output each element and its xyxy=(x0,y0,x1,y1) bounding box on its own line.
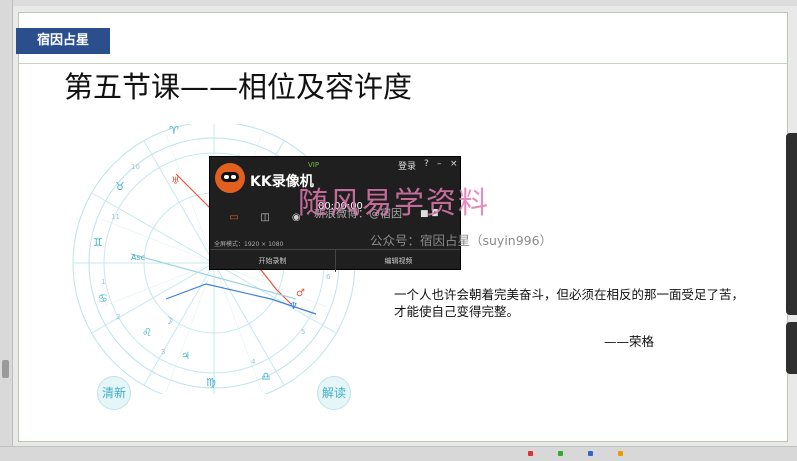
recorder-button-row: 开始录制 编辑视频 xyxy=(210,249,460,272)
sign-virgo-icon: ♍ xyxy=(206,376,216,389)
vip-badge[interactable]: VIP xyxy=(308,161,319,169)
sign-libra-icon: ♎ xyxy=(261,370,271,383)
start-record-button[interactable]: 开始录制 xyxy=(210,250,336,272)
svg-text:1: 1 xyxy=(101,278,105,286)
bottom-status-bar xyxy=(0,446,797,461)
quote-author: ——荣格 xyxy=(604,334,655,349)
right-side-tab-bottom[interactable] xyxy=(786,322,797,374)
minimize-button[interactable]: – xyxy=(437,159,442,169)
svg-text:5: 5 xyxy=(301,328,305,336)
right-side-tab-top[interactable] xyxy=(786,133,797,315)
quote-text: 一个人也许会朝着完美奋斗，但必须在相反的那一面受足了苦， 才能使自己变得完整。 xyxy=(394,286,774,320)
resolution-text: 全屏模式：1920 × 1080 xyxy=(214,241,284,248)
status-marker-blue xyxy=(588,451,593,456)
top-toolbar-strip xyxy=(12,0,797,6)
wechat-account-text: 公众号：宿因占星（suyin996） xyxy=(370,233,553,248)
svg-text:11: 11 xyxy=(111,213,120,221)
scroll-thumb[interactable] xyxy=(2,360,9,378)
login-link[interactable]: 登录 xyxy=(398,159,416,172)
help-button[interactable]: ? xyxy=(424,159,429,169)
svg-text:♂: ♂ xyxy=(296,288,305,299)
svg-text:4: 4 xyxy=(251,358,256,366)
status-marker-red xyxy=(528,451,533,456)
qingxin-button[interactable]: 清新 xyxy=(97,376,131,410)
quote-line-2: 才能使自己变得完整。 xyxy=(394,304,520,319)
svg-text:♆: ♆ xyxy=(289,301,298,312)
svg-text:6: 6 xyxy=(326,273,331,281)
svg-text:♃: ♃ xyxy=(181,351,190,362)
brand-badge: 宿因占星 xyxy=(16,28,110,54)
jiedu-button[interactable]: 解读 xyxy=(317,376,351,410)
left-scrollbar[interactable] xyxy=(0,0,13,460)
sign-taurus-icon: ♉ xyxy=(115,180,125,193)
camera-mode-icon[interactable]: ◫ xyxy=(255,212,275,226)
svg-text:2: 2 xyxy=(116,313,120,321)
screen-mode-icon[interactable]: ▭ xyxy=(224,212,244,226)
slide-title: 第五节课——相位及容许度 xyxy=(64,70,413,104)
close-button[interactable]: × xyxy=(450,159,458,169)
svg-text:♅: ♅ xyxy=(171,176,180,187)
status-marker-orange xyxy=(618,451,623,456)
sign-aries-icon: ♈ xyxy=(169,124,179,137)
sign-gemini-icon: ♊ xyxy=(93,236,103,249)
asc-label: Asc xyxy=(131,253,145,262)
sign-leo-icon: ♌ xyxy=(142,326,152,339)
svg-text:3: 3 xyxy=(161,348,165,356)
kk-logo xyxy=(215,163,245,193)
watermark-text: 随风易学资料 xyxy=(298,186,490,221)
quote-line-1: 一个人也许会朝着完美奋斗，但必须在相反的那一面受足了苦， xyxy=(394,287,745,302)
svg-text:☽: ☽ xyxy=(164,316,173,327)
status-marker-green xyxy=(558,451,563,456)
svg-text:10: 10 xyxy=(131,163,140,171)
edit-video-button[interactable]: 编辑视频 xyxy=(336,250,461,272)
sign-cancer-icon: ♋ xyxy=(98,292,108,305)
